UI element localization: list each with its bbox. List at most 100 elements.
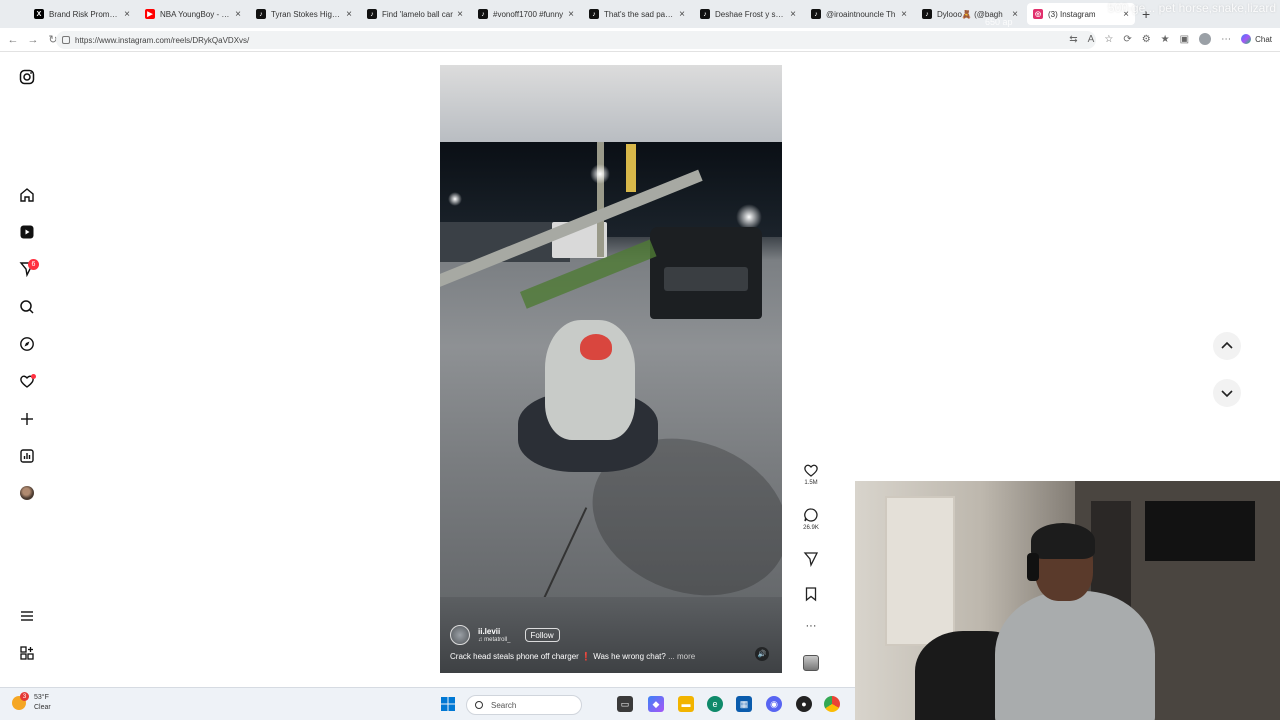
microsoft-store-icon[interactable]: ▦ — [736, 696, 752, 712]
instagram-sidebar: 6 — [0, 53, 56, 687]
collections-icon[interactable]: ▣ — [1180, 34, 1189, 45]
audio-name: metatroll_ — [484, 637, 511, 643]
webcam-tv — [1145, 501, 1255, 561]
browser-tab[interactable]: ♪ #vonoff1700 #funny × — [472, 3, 580, 25]
profile-avatar[interactable] — [18, 484, 36, 502]
video-distant-light — [448, 192, 462, 206]
youtube-icon: ▶ — [145, 9, 155, 19]
truck-grill — [664, 267, 748, 291]
mute-toggle-icon[interactable]: 🔊 — [755, 647, 769, 661]
home-icon[interactable] — [18, 186, 36, 204]
share-icon[interactable] — [803, 551, 819, 567]
video-pole — [597, 142, 604, 257]
chevron-down-icon — [1221, 390, 1233, 398]
tab-title: That's the sad part o — [604, 9, 676, 19]
reel-video-player[interactable]: ii.levii ♫ metatroll_ Follow Crack head … — [440, 65, 782, 673]
video-sidewalk-crack — [534, 507, 588, 597]
translate-icon[interactable]: ⇆ — [1069, 34, 1077, 45]
edge-browser-icon[interactable]: e — [707, 696, 723, 712]
browser-tab[interactable]: ♪ @iroaintnouncle Th × — [805, 3, 913, 25]
close-tab-icon[interactable]: × — [901, 9, 907, 20]
browser-tab[interactable]: ♪ That's the sad part o × — [583, 3, 691, 25]
caption-more-link[interactable]: ... more — [668, 652, 695, 661]
reels-icon[interactable] — [18, 223, 36, 241]
close-tab-icon[interactable]: × — [568, 9, 574, 20]
url-text: https://www.instagram.com/reels/DRykQaVD… — [75, 35, 250, 45]
windows-start-icon[interactable] — [440, 696, 456, 712]
weather-temperature: 53°F — [34, 694, 49, 701]
also-from-meta-icon[interactable] — [18, 644, 36, 662]
save-bookmark-icon[interactable] — [803, 586, 819, 602]
author-avatar[interactable] — [450, 625, 470, 645]
explore-icon[interactable] — [18, 335, 36, 353]
more-menu-icon[interactable]: ⋯ — [1221, 34, 1231, 45]
read-aloud-icon[interactable]: A — [1088, 34, 1095, 45]
task-view-icon[interactable]: ▭ — [617, 696, 633, 712]
tiktok-icon: ♪ — [700, 9, 710, 19]
close-tab-icon[interactable]: × — [679, 9, 685, 20]
browser-tab[interactable]: ▶ NBA YoungBoy - Un × — [139, 3, 247, 25]
copilot-taskbar-icon[interactable]: ◆ — [648, 696, 664, 712]
follow-button[interactable]: Follow — [524, 628, 560, 642]
stream-overlay-text: 500-ge... pet horse,snake,lizard — [1107, 1, 1276, 15]
search-icon[interactable] — [18, 298, 36, 316]
lock-icon — [62, 36, 70, 44]
back-icon[interactable]: ← — [6, 34, 20, 46]
close-tab-icon[interactable]: × — [1012, 9, 1018, 20]
url-field[interactable]: https://www.instagram.com/reels/DRykQaVD… — [56, 31, 1096, 49]
chrome-icon[interactable] — [824, 696, 840, 712]
forward-icon[interactable]: → — [26, 34, 40, 46]
close-tab-icon[interactable]: × — [346, 9, 352, 20]
tab-title: Tyran Stokes High Sc — [271, 9, 343, 19]
audio-attribution[interactable]: ♫ metatroll_ — [478, 637, 511, 643]
favorites-icon[interactable]: ★ — [1161, 34, 1170, 45]
share-action — [798, 551, 824, 567]
webcam-headset — [1027, 553, 1039, 581]
caption-text: Crack head steals phone off charger ❗ Wa… — [450, 652, 666, 661]
tiktok-icon: ♪ — [256, 9, 266, 19]
browser-tab[interactable]: X Brand Risk Promotio × — [28, 3, 136, 25]
browser-tab[interactable]: ♪ Tyran Stokes High Sc × — [250, 3, 358, 25]
copilot-chat-button[interactable]: Chat — [1241, 34, 1272, 44]
close-tab-icon[interactable]: × — [790, 9, 796, 20]
more-options-icon[interactable]: ··· — [806, 620, 817, 632]
refresh-sync-icon[interactable]: ⟳ — [1123, 34, 1131, 45]
tab-title: Find 'lamelo ball car — [382, 9, 453, 19]
browser-profile-avatar[interactable] — [1199, 33, 1212, 45]
next-reel-button[interactable] — [1213, 379, 1241, 407]
taskbar-search-box[interactable]: Search — [466, 695, 582, 715]
dashboard-icon[interactable] — [18, 447, 36, 465]
favorite-star-icon[interactable]: ☆ — [1104, 34, 1113, 45]
notifications-dot — [31, 374, 36, 379]
video-red-cap — [580, 334, 612, 360]
weather-sun-icon: 3 — [12, 692, 29, 710]
weather-widget[interactable]: 3 53°F Clear — [12, 692, 51, 713]
comment-action: 26.9K — [798, 507, 824, 531]
tiktok-icon: ♪ — [478, 9, 488, 19]
file-explorer-icon[interactable]: ▬ — [678, 696, 694, 712]
create-plus-icon[interactable] — [18, 410, 36, 428]
search-placeholder: Search — [491, 700, 517, 710]
browser-tab-strip: X Brand Risk Promotio × ▶ NBA YoungBoy - Un… — [0, 0, 1280, 28]
video-truck — [650, 227, 762, 319]
close-tab-icon[interactable]: × — [457, 9, 463, 20]
video-sign — [626, 144, 636, 192]
comment-icon[interactable] — [803, 507, 819, 523]
like-heart-icon[interactable] — [803, 462, 819, 478]
discord-icon[interactable]: ◉ — [766, 696, 782, 712]
instagram-logo-icon[interactable] — [18, 68, 36, 86]
tiktok-icon: ♪ — [922, 9, 932, 19]
obs-icon[interactable]: ● — [796, 696, 812, 712]
tab-title: NBA YoungBoy - Un — [160, 9, 232, 19]
extensions-icon[interactable]: ⚙ — [1142, 34, 1151, 45]
previous-reel-button[interactable] — [1213, 332, 1241, 360]
close-tab-icon[interactable]: × — [124, 9, 130, 20]
author-username[interactable]: ii.levii — [478, 627, 511, 636]
more-menu-hamburger-icon[interactable] — [18, 607, 36, 625]
browser-tab[interactable]: ♪ Find 'lamelo ball car × — [361, 3, 469, 25]
close-tab-icon[interactable]: × — [235, 9, 241, 20]
audio-thumbnail[interactable] — [803, 655, 819, 671]
browser-tab[interactable]: ♪ Deshae Frost y sus li × — [694, 3, 802, 25]
more-options-action: ··· — [798, 620, 824, 632]
reel-caption: Crack head steals phone off charger ❗ Wa… — [450, 652, 695, 661]
